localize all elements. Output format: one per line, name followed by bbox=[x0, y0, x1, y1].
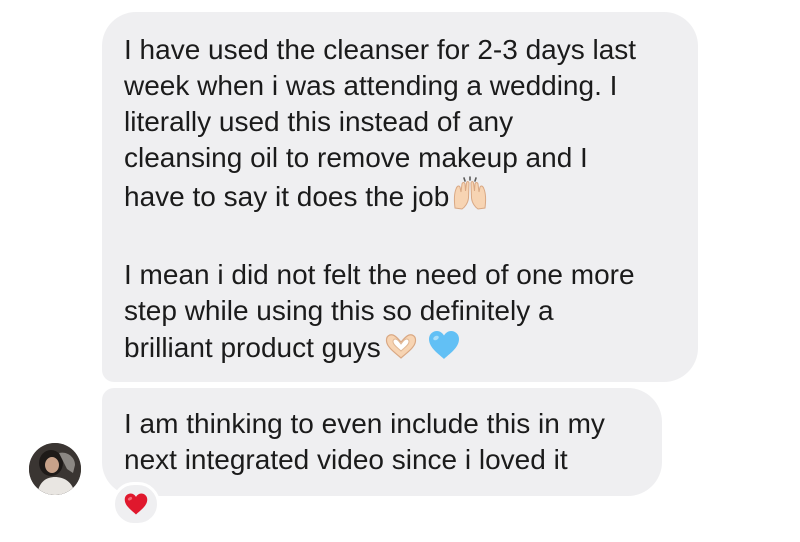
avatar[interactable] bbox=[29, 443, 81, 495]
message-bubble[interactable]: I am thinking to even include this in my… bbox=[102, 388, 662, 496]
message-text: I am thinking to even include this in my… bbox=[124, 408, 605, 475]
red-heart-icon bbox=[123, 492, 149, 516]
heart-hands-icon bbox=[383, 331, 419, 361]
message-text: I have used the cleanser for 2-3 days la… bbox=[124, 34, 637, 212]
raising-hands-icon bbox=[451, 176, 489, 210]
reaction-badge[interactable] bbox=[112, 482, 160, 526]
message-text: I mean i did not felt the need of one mo… bbox=[124, 259, 635, 363]
light-blue-heart-icon bbox=[427, 329, 461, 361]
message-bubble[interactable]: I have used the cleanser for 2-3 days la… bbox=[102, 12, 698, 382]
